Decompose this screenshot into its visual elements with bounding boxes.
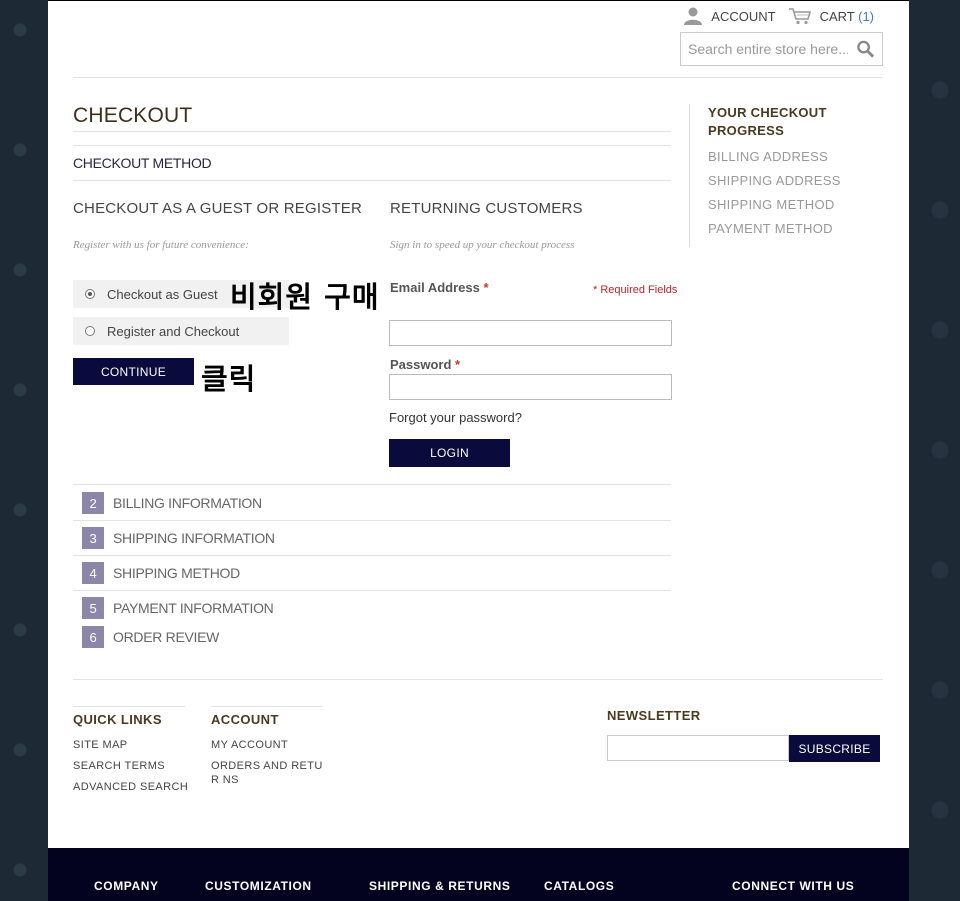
page: ACCOUNT CART (1) CHECKOUT CHECKOUT METHO… bbox=[48, 0, 909, 901]
returning-heading: RETURNING CUSTOMERS bbox=[390, 200, 583, 217]
step-number: 2 bbox=[82, 492, 104, 514]
user-icon bbox=[684, 7, 703, 25]
footer-account-title: ACCOUNT bbox=[211, 712, 279, 727]
checkout-method-title: CHECKOUT METHOD bbox=[73, 155, 212, 171]
footer-connect[interactable]: CONNECT WITH US bbox=[732, 879, 854, 893]
step-billing: 2 BILLING INFORMATION bbox=[82, 492, 262, 514]
cart-label: CART bbox=[819, 8, 855, 24]
quick-links-title: QUICK LINKS bbox=[73, 712, 162, 727]
guest-annotation: 비회원 구매 bbox=[230, 280, 380, 314]
email-label: Email Address * bbox=[390, 280, 489, 295]
footer-company[interactable]: COMPANY bbox=[94, 879, 159, 893]
progress-billing-address: BILLING ADDRESS bbox=[708, 149, 829, 164]
site-map-link[interactable]: SITE MAP bbox=[73, 738, 128, 752]
guest-radio[interactable] bbox=[85, 289, 95, 299]
step-number: 5 bbox=[82, 597, 104, 619]
step-label: PAYMENT INFORMATION bbox=[113, 600, 274, 616]
advanced-search-link[interactable]: ADVANCED SEARCH bbox=[73, 780, 188, 794]
step-label: SHIPPING INFORMATION bbox=[113, 530, 275, 546]
email-field[interactable] bbox=[389, 320, 672, 346]
my-account-link[interactable]: MY ACCOUNT bbox=[211, 738, 288, 752]
account-label: ACCOUNT bbox=[711, 8, 776, 24]
click-annotation: 클릭 bbox=[201, 362, 257, 396]
register-radio[interactable] bbox=[85, 326, 95, 336]
footer-shipping-returns[interactable]: SHIPPING & RETURNS bbox=[369, 879, 510, 893]
continue-button[interactable]: CONTINUE bbox=[73, 358, 194, 385]
step-number: 3 bbox=[82, 527, 104, 549]
step-number: 6 bbox=[82, 626, 104, 648]
checkout-progress: YOUR CHECKOUT PROGRESS BILLING ADDRESS S… bbox=[689, 104, 879, 247]
returning-note: Sign in to speed up your checkout proces… bbox=[390, 239, 575, 251]
guest-note: Register with us for future convenience: bbox=[73, 239, 249, 251]
progress-title: YOUR CHECKOUT PROGRESS bbox=[708, 105, 827, 138]
footer-catalogs[interactable]: CATALOGS bbox=[544, 879, 614, 893]
step-payment: 5 PAYMENT INFORMATION bbox=[82, 597, 274, 619]
step-shipping-info: 3 SHIPPING INFORMATION bbox=[82, 527, 275, 549]
newsletter-title: NEWSLETTER bbox=[607, 708, 701, 723]
step-number: 4 bbox=[82, 562, 104, 584]
subscribe-button[interactable]: SUBSCRIBE bbox=[789, 735, 880, 762]
account-rule bbox=[211, 706, 323, 707]
login-button[interactable]: LOGIN bbox=[389, 439, 510, 467]
required-fields-note: * Required Fields bbox=[593, 284, 678, 296]
bottom-footer: COMPANY CUSTOMIZATION SHIPPING & RETURNS… bbox=[48, 848, 909, 901]
steps-divider-1 bbox=[73, 484, 671, 485]
orders-returns-link[interactable]: ORDERS AND RETUR NS bbox=[211, 759, 323, 787]
page-title: CHECKOUT bbox=[73, 104, 193, 127]
step-label: SHIPPING METHOD bbox=[113, 565, 240, 581]
method-bottom-divider bbox=[73, 180, 671, 181]
progress-payment-method: PAYMENT METHOD bbox=[708, 221, 833, 236]
newsletter-email-input[interactable] bbox=[607, 735, 789, 761]
guest-heading: CHECKOUT AS A GUEST OR REGISTER bbox=[73, 200, 363, 217]
header-links: ACCOUNT CART (1) bbox=[683, 7, 874, 25]
progress-shipping-address: SHIPPING ADDRESS bbox=[708, 173, 841, 188]
register-option[interactable]: Register and Checkout bbox=[73, 317, 289, 345]
title-divider bbox=[73, 131, 671, 132]
footer-divider bbox=[73, 679, 883, 680]
cart-link[interactable]: CART (1) bbox=[788, 7, 874, 25]
register-option-label: Register and Checkout bbox=[107, 323, 240, 339]
cart-icon bbox=[788, 8, 811, 25]
step-label: BILLING INFORMATION bbox=[113, 495, 262, 511]
password-field[interactable] bbox=[389, 374, 672, 400]
forgot-password-link[interactable]: Forgot your password? bbox=[389, 410, 522, 425]
step-shipping-method: 4 SHIPPING METHOD bbox=[82, 562, 240, 584]
progress-shipping-method: SHIPPING METHOD bbox=[708, 197, 835, 212]
search-icon[interactable] bbox=[856, 39, 875, 59]
search-input[interactable] bbox=[688, 41, 848, 57]
step-label: ORDER REVIEW bbox=[113, 629, 220, 645]
search-terms-link[interactable]: SEARCH TERMS bbox=[73, 759, 165, 773]
account-link[interactable]: ACCOUNT bbox=[683, 7, 776, 25]
steps-divider-3 bbox=[73, 555, 671, 556]
quick-links-rule bbox=[73, 706, 185, 707]
cart-count: (1) bbox=[858, 8, 874, 24]
password-label: Password * bbox=[390, 357, 461, 372]
method-top-divider bbox=[73, 145, 671, 146]
header-divider bbox=[73, 77, 883, 78]
step-order-review: 6 ORDER REVIEW bbox=[82, 626, 219, 648]
steps-divider-2 bbox=[73, 520, 671, 521]
steps-divider-4 bbox=[73, 590, 671, 591]
search-box bbox=[680, 32, 883, 66]
guest-option-label: Checkout as Guest bbox=[107, 286, 218, 302]
footer-customization[interactable]: CUSTOMIZATION bbox=[205, 879, 312, 893]
